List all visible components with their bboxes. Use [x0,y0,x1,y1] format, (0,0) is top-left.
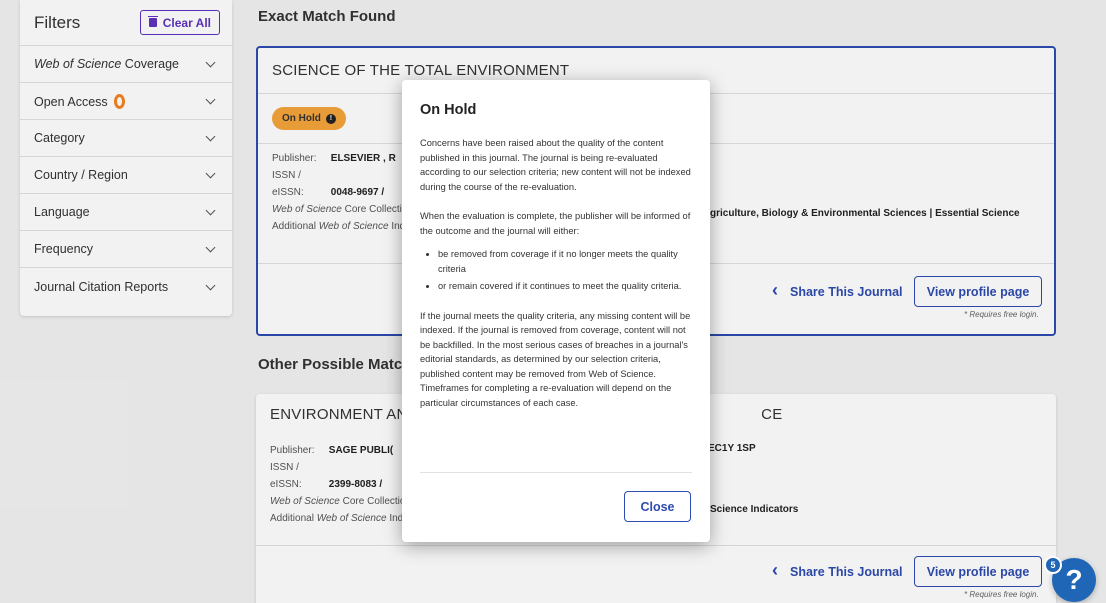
on-hold-modal: On Hold Concerns have been raised about … [402,80,710,542]
modal-paragraph: Concerns have been raised about the qual… [420,138,691,192]
close-button[interactable]: Close [624,491,691,522]
modal-paragraph: When the evaluation is complete, the pub… [420,211,691,236]
modal-body: Concerns have been raised about the qual… [420,136,692,425]
modal-divider [420,472,692,473]
modal-paragraph: If the journal meets the quality criteri… [420,310,691,408]
help-count-badge: 5 [1044,556,1062,574]
modal-bullet: or remain covered if it continues to mee… [438,279,692,294]
modal-title: On Hold [420,102,477,118]
modal-bullet-list: be removed from coverage if it no longer… [438,247,692,294]
question-icon: ? [1065,564,1083,595]
modal-bullet: be removed from coverage if it no longer… [438,247,692,276]
